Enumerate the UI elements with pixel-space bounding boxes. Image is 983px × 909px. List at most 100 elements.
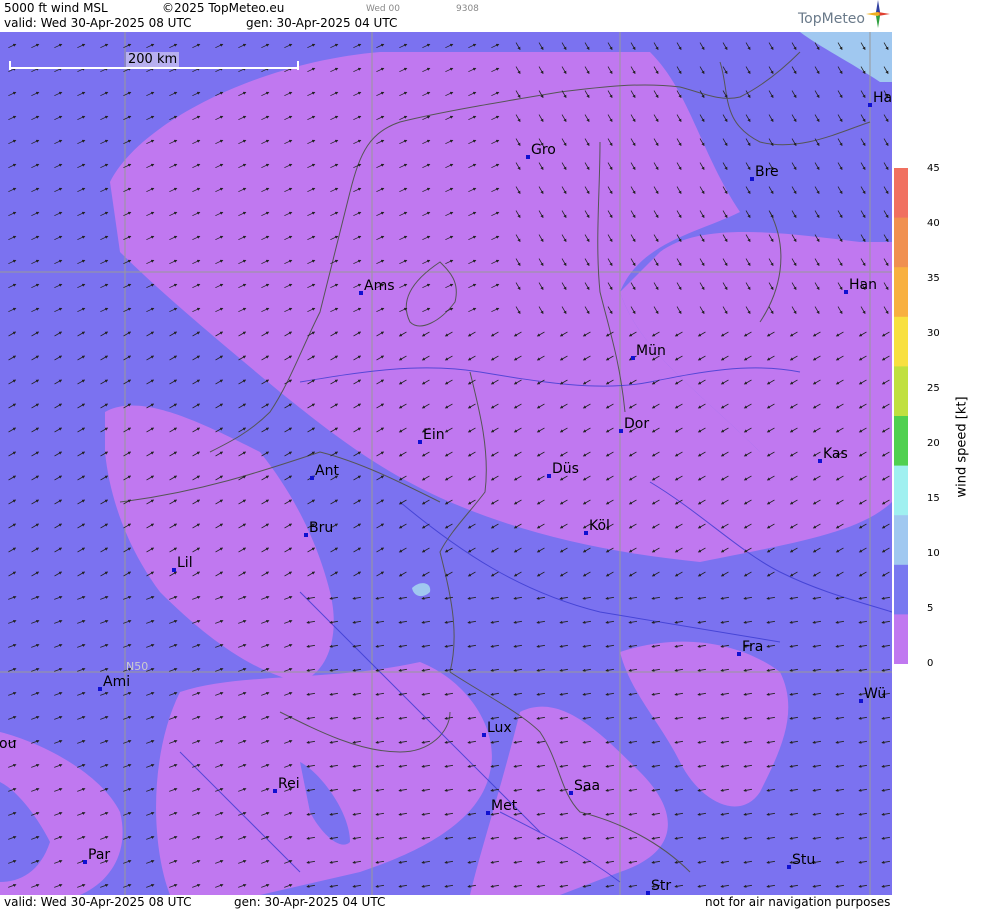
wind-arrow (768, 186, 774, 195)
wind-arrow (837, 90, 843, 99)
wind-arrow (123, 235, 132, 241)
wind-arrow (814, 162, 820, 171)
wind-arrow (653, 282, 659, 291)
wind-arrow (77, 667, 86, 672)
wind-arrow (100, 403, 109, 409)
wind-arrow (651, 620, 661, 624)
city-marker (98, 687, 102, 691)
wind-arrow (605, 668, 615, 672)
wind-arrow (445, 67, 454, 73)
wind-map[interactable] (0, 32, 892, 895)
wind-arrow (284, 91, 293, 97)
wind-arrow (8, 451, 17, 457)
wind-arrow (169, 427, 178, 433)
wind-arrow (860, 210, 866, 219)
wind-arrow (306, 644, 316, 648)
wind-arrow (306, 788, 316, 792)
wind-arrow (789, 668, 799, 672)
wind-arrow (398, 764, 408, 768)
wind-arrow (123, 475, 132, 481)
wind-arrow (192, 355, 201, 361)
wind-arrow (559, 764, 569, 768)
city-marker (737, 652, 741, 656)
wind-arrow (77, 43, 86, 49)
wind-arrow (31, 475, 40, 481)
wind-arrow (812, 692, 822, 696)
wind-arrow (835, 644, 845, 648)
wind-arrow (858, 860, 868, 864)
wind-arrow (720, 379, 729, 385)
wind-arrow (445, 43, 454, 49)
colorbar-tick: 15 (927, 493, 940, 504)
wind-arrow (628, 451, 637, 457)
wind-arrow (630, 210, 636, 219)
wind-arrow (628, 812, 638, 816)
wind-arrow (791, 186, 797, 195)
city-label: Ein (423, 427, 445, 443)
wind-arrow (169, 139, 178, 145)
wind-arrow (353, 115, 362, 121)
wind-arrow (605, 716, 615, 720)
wind-arrow (238, 667, 247, 672)
wind-arrow (651, 836, 661, 840)
wind-arrow (605, 644, 615, 648)
wind-arrow (720, 740, 730, 744)
wind-arrow (858, 403, 867, 409)
wind-arrow (860, 186, 866, 195)
wind-arrow (789, 740, 799, 744)
wind-arrow (743, 692, 753, 696)
wind-arrow (559, 451, 568, 457)
wind-arrow (697, 692, 707, 696)
wind-arrow (676, 90, 682, 99)
wind-arrow (261, 427, 270, 433)
wind-arrow (100, 787, 109, 792)
wind-arrow (445, 187, 454, 193)
wind-arrow (8, 787, 17, 792)
wind-arrow (261, 571, 270, 577)
wind-arrow (651, 379, 660, 385)
wind-arrow (651, 403, 660, 409)
wind-arrow (100, 331, 109, 337)
city-marker (526, 155, 530, 159)
wind-arrow (674, 547, 683, 553)
wind-arrow (881, 403, 890, 409)
wind-arrow (513, 644, 523, 648)
wind-arrow (467, 788, 477, 792)
wind-arrow (467, 475, 476, 481)
wind-arrow (653, 186, 659, 195)
wind-arrow (491, 187, 500, 193)
wind-arrow (697, 668, 707, 672)
wind-arrow (31, 163, 40, 169)
wind-arrow (883, 66, 889, 75)
wind-arrow (676, 186, 682, 195)
grid-label-n50: N50 (126, 660, 149, 673)
wind-arrow (536, 812, 546, 816)
wind-arrow (789, 836, 799, 840)
wind-arrow (307, 547, 316, 553)
wind-arrow (791, 90, 797, 99)
wind-arrow (490, 860, 500, 864)
wind-arrow (860, 138, 866, 147)
wind-arrow (745, 162, 751, 171)
wind-arrow (835, 523, 844, 529)
wind-arrow (77, 211, 86, 217)
wind-arrow (860, 258, 866, 267)
wind-arrow (421, 331, 430, 337)
wind-arrow (169, 91, 178, 97)
wind-arrow (490, 884, 500, 888)
wind-arrow (766, 668, 776, 672)
wind-arrow (398, 740, 408, 744)
wind-arrow (77, 835, 86, 840)
wind-arrow (215, 811, 224, 816)
city-label: Bru (309, 520, 334, 536)
wind-arrow (54, 859, 63, 864)
wind-arrow (421, 547, 430, 553)
wind-arrow (192, 211, 201, 217)
wind-arrow (77, 163, 86, 169)
wind-arrow (651, 788, 661, 792)
wind-arrow (376, 67, 385, 73)
wind-arrow (100, 379, 109, 385)
wind-arrow (607, 186, 613, 195)
small-code: 9308 (456, 4, 479, 14)
wind-arrow (628, 620, 638, 624)
